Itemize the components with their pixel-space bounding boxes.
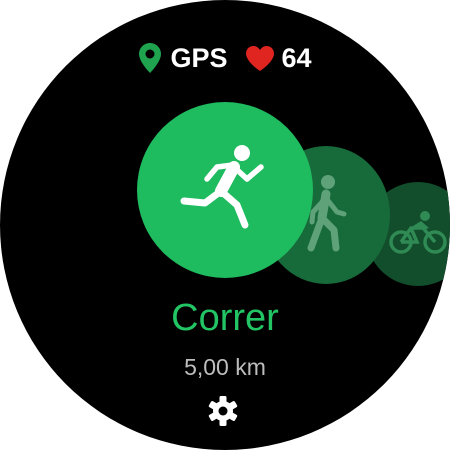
settings-button[interactable] bbox=[203, 393, 243, 433]
selected-activity-name: Correr bbox=[171, 297, 279, 339]
gear-icon bbox=[207, 395, 239, 432]
heart-icon bbox=[245, 45, 275, 72]
gps-label: GPS bbox=[170, 42, 228, 73]
heart-rate-status: 64 bbox=[245, 42, 312, 74]
watch-screen: GPS 64 Correr 5,00 km bbox=[0, 0, 450, 450]
activity-running-bubble[interactable] bbox=[137, 102, 313, 278]
location-pin-icon bbox=[138, 42, 162, 74]
running-icon bbox=[179, 144, 271, 236]
status-bar: GPS 64 bbox=[0, 40, 450, 76]
cycling-icon bbox=[389, 210, 447, 259]
selected-activity-target[interactable]: 5,00 km bbox=[0, 352, 450, 382]
gps-status: GPS bbox=[138, 42, 245, 74]
heart-rate-value: 64 bbox=[281, 42, 312, 73]
